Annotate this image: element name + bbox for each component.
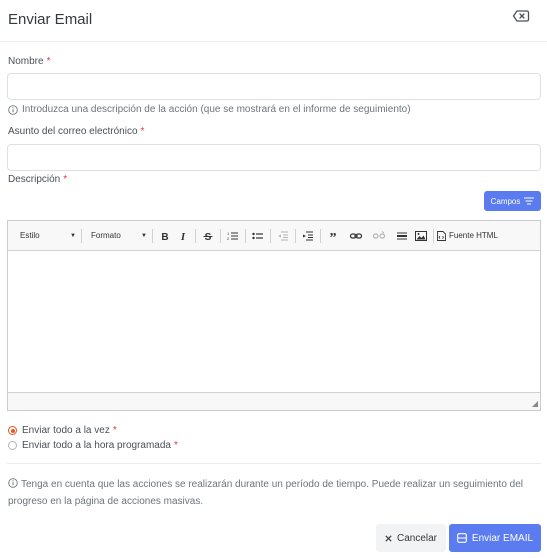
blockquote-icon[interactable]: ”: [324, 227, 342, 245]
svg-text:”: ”: [330, 231, 337, 241]
bulleted-list-icon[interactable]: [249, 227, 267, 245]
image-icon[interactable]: [412, 227, 430, 245]
info-icon: [8, 104, 18, 115]
required-mark: *: [173, 440, 178, 451]
radio-button[interactable]: [8, 441, 17, 450]
dialog-header: Enviar Email: [0, 0, 547, 42]
close-icon[interactable]: [512, 9, 530, 23]
toolbar-separator: [245, 228, 246, 243]
required-mark: *: [63, 174, 68, 185]
toolbar-separator: [152, 228, 153, 243]
name-label: Nombre *: [8, 56, 51, 67]
link-icon[interactable]: [347, 227, 365, 245]
indent-icon[interactable]: [299, 227, 317, 245]
editor-content-area[interactable]: [8, 251, 540, 392]
radio-send-at-scheduled-time[interactable]: Enviar todo a la hora programada *: [8, 440, 178, 451]
cancel-button[interactable]: Cancelar: [376, 524, 446, 552]
toolbar-separator: [195, 228, 196, 243]
required-mark: *: [140, 126, 145, 137]
strikethrough-icon[interactable]: S: [199, 227, 217, 245]
dropdown-arrow-icon: ▼: [70, 232, 76, 239]
toolbar-separator: [433, 228, 434, 243]
editor-toolbar: Estilo ▼ Formato ▼ B I S 12 ” Fuente HTML: [8, 221, 540, 251]
svg-text:I: I: [180, 231, 186, 241]
x-icon: [385, 534, 392, 542]
toolbar-separator: [270, 228, 271, 243]
divider: [7, 463, 541, 464]
send-email-button[interactable]: Enviar EMAIL: [449, 524, 541, 552]
toolbar-separator: [320, 228, 321, 243]
subject-label: Asunto del correo electrónico *: [8, 126, 145, 137]
source-html-button[interactable]: Fuente HTML: [437, 227, 502, 245]
toolbar-separator: [295, 228, 296, 243]
resize-handle-icon[interactable]: [532, 401, 538, 407]
numbered-list-icon[interactable]: 12: [224, 227, 242, 245]
dialog-title: Enviar Email: [8, 11, 93, 28]
outdent-icon[interactable]: [274, 227, 292, 245]
subject-input[interactable]: [7, 144, 541, 171]
description-label: Descripción *: [8, 174, 68, 185]
name-help-text: Introduzca una descripción de la acción …: [8, 104, 411, 115]
filter-lines-icon: [524, 197, 535, 205]
radio-send-all-at-once[interactable]: Enviar todo a la vez *: [8, 425, 117, 436]
dropdown-arrow-icon: ▼: [141, 232, 147, 239]
radio-button[interactable]: [8, 426, 17, 435]
fields-button[interactable]: Campos: [484, 191, 541, 211]
format-dropdown[interactable]: Formato ▼: [85, 227, 149, 245]
required-mark: *: [112, 425, 117, 436]
toolbar-separator: [220, 228, 221, 243]
horizontal-line-icon[interactable]: [393, 227, 411, 245]
name-input[interactable]: [7, 73, 541, 100]
editor-status-bar: [8, 392, 540, 410]
source-code-icon: [437, 230, 446, 241]
style-dropdown[interactable]: Estilo ▼: [14, 227, 78, 245]
send-tray-icon: [457, 533, 467, 543]
info-note: Tenga en cuenta que las acciones se real…: [8, 478, 523, 507]
unlink-icon[interactable]: [370, 227, 388, 245]
svg-text:B: B: [161, 232, 168, 241]
toolbar-separator: [81, 228, 82, 243]
rich-text-editor: Estilo ▼ Formato ▼ B I S 12 ” Fuente HTML: [7, 220, 541, 411]
info-icon: [8, 478, 18, 488]
svg-text:2: 2: [227, 236, 230, 241]
required-mark: *: [46, 56, 51, 67]
bold-icon[interactable]: B: [156, 227, 174, 245]
italic-icon[interactable]: I: [174, 227, 192, 245]
